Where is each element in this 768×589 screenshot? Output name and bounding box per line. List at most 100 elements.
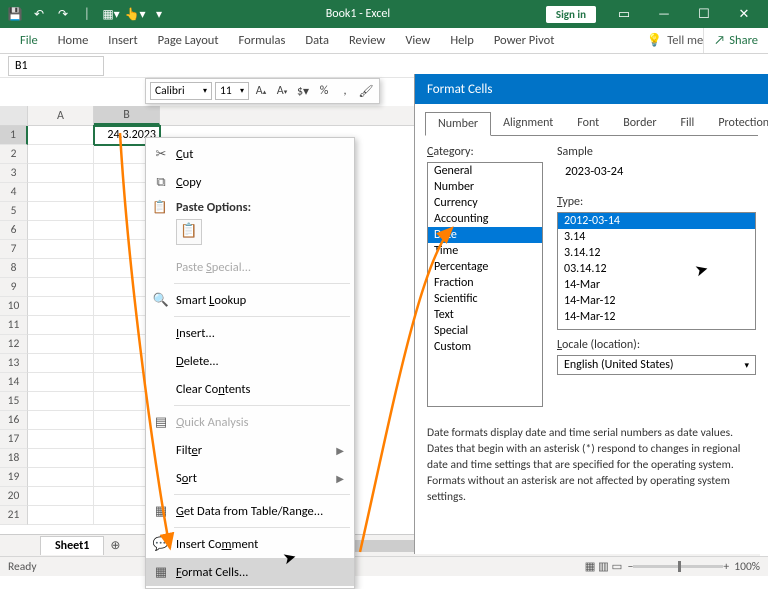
cell[interactable] [28,392,94,411]
comma-icon[interactable]: , [336,82,354,100]
row-header[interactable]: 9 [0,278,28,297]
tab-home[interactable]: Home [48,28,99,54]
row-header[interactable]: 11 [0,316,28,335]
ctx-clear-contents[interactable]: Clear Contents [146,375,354,403]
ribbon-display-icon[interactable]: ▭ [604,0,644,28]
tab-insert[interactable]: Insert [98,28,147,54]
cell[interactable] [28,278,94,297]
cell[interactable] [28,297,94,316]
view-page-icon[interactable]: ▥ [598,559,609,574]
type-item[interactable]: 3.14 [558,229,755,245]
cell[interactable] [28,316,94,335]
ctx-cut[interactable]: ✂Cut [146,140,354,168]
type-item[interactable]: 14-Mar-12 [558,293,755,309]
row-header[interactable]: 15 [0,392,28,411]
row-header[interactable]: 13 [0,354,28,373]
zoom-value[interactable]: 100% [734,560,760,574]
qat-icon[interactable]: ▦▾ [100,3,122,25]
font-name-select[interactable]: Calibri▾ [150,82,212,100]
select-all-corner[interactable] [0,106,28,125]
tab-power-pivot[interactable]: Power Pivot [484,28,565,54]
new-sheet-icon[interactable]: ⊕ [104,536,126,555]
category-item[interactable]: Custom [428,339,542,355]
cell[interactable] [28,183,94,202]
touch-icon[interactable]: 👆▾ [124,3,146,25]
sign-in-button[interactable]: Sign in [546,6,596,23]
sheet-tab-1[interactable]: Sheet1 [40,536,104,555]
cell[interactable] [28,373,94,392]
zoom-slider[interactable] [633,565,723,568]
ctx-delete[interactable]: Delete... [146,347,354,375]
row-header[interactable]: 20 [0,487,28,506]
row-header[interactable]: 5 [0,202,28,221]
cell[interactable] [28,506,94,525]
ctx-insert[interactable]: Insert... [146,319,354,347]
row-header[interactable]: 12 [0,335,28,354]
row-header[interactable]: 1 [0,126,28,145]
type-item[interactable]: 03.14.12 [558,261,755,277]
view-break-icon[interactable]: ▭ [612,559,623,574]
category-item[interactable]: Currency [428,195,542,211]
percent-icon[interactable]: % [315,82,333,100]
ctx-filter[interactable]: Filter▶ [146,436,354,464]
redo-icon[interactable]: ↷ [52,3,74,25]
name-box[interactable]: B1 [8,56,104,76]
tab-file[interactable]: File [10,28,48,54]
maximize-icon[interactable]: ☐ [684,0,724,28]
decrease-font-icon[interactable]: A▾ [273,82,291,100]
category-item[interactable]: Text [428,307,542,323]
category-list[interactable]: GeneralNumberCurrencyAccountingDateTimeP… [427,162,543,407]
category-item[interactable]: Time [428,243,542,259]
tab-data[interactable]: Data [295,28,339,54]
cell[interactable] [28,240,94,259]
type-item[interactable]: 14-Mar-12 [558,309,755,325]
type-item[interactable]: 3.14.12 [558,245,755,261]
row-header[interactable]: 6 [0,221,28,240]
dlg-tab-border[interactable]: Border [611,112,668,136]
row-header[interactable]: 3 [0,164,28,183]
row-header[interactable]: 19 [0,468,28,487]
category-item[interactable]: Date [428,227,542,243]
row-header[interactable]: 2 [0,145,28,164]
cell[interactable] [28,202,94,221]
col-header-b[interactable]: B [94,106,160,125]
row-header[interactable]: 18 [0,449,28,468]
qat-customize-icon[interactable]: ▾ [148,3,170,25]
cell[interactable] [28,354,94,373]
increase-font-icon[interactable]: A▴ [252,82,270,100]
undo-icon[interactable]: ↶ [28,3,50,25]
tab-page-layout[interactable]: Page Layout [148,28,229,54]
ctx-copy[interactable]: ⧉Copy [146,168,354,196]
row-header[interactable]: 17 [0,430,28,449]
tab-view[interactable]: View [395,28,440,54]
cell[interactable] [28,335,94,354]
locale-select[interactable]: English (United States)▾ [557,355,756,375]
type-item[interactable]: 2012-03-14 [558,213,755,229]
dlg-tab-font[interactable]: Font [565,112,611,136]
ctx-format-cells[interactable]: ▦Format Cells... [146,558,354,586]
category-item[interactable]: Scientific [428,291,542,307]
close-icon[interactable]: ✕ [724,0,764,28]
tab-formulas[interactable]: Formulas [229,28,296,54]
paste-option-1-icon[interactable] [176,219,202,245]
ctx-sort[interactable]: Sort▶ [146,464,354,492]
row-header[interactable]: 21 [0,506,28,525]
category-item[interactable]: Special [428,323,542,339]
view-normal-icon[interactable]: ▦ [585,559,596,574]
ctx-get-data[interactable]: ▦Get Data from Table/Range... [146,497,354,525]
type-list[interactable]: 2012-03-143.143.14.1203.14.1214-Mar14-Ma… [557,212,756,330]
type-item[interactable]: 14-Mar [558,277,755,293]
cell[interactable] [28,221,94,240]
dlg-tab-alignment[interactable]: Alignment [491,112,565,136]
ctx-smart-lookup[interactable]: 🔍Smart Lookup [146,286,354,314]
category-item[interactable]: General [428,163,542,179]
accounting-format-icon[interactable]: $▾ [294,82,312,100]
category-item[interactable]: Fraction [428,275,542,291]
category-item[interactable]: Number [428,179,542,195]
row-header[interactable]: 4 [0,183,28,202]
share-button[interactable]: ↗Share [703,28,768,53]
cell[interactable] [28,449,94,468]
tab-help[interactable]: Help [440,28,483,54]
format-painter-icon[interactable]: 🖌 [357,82,375,100]
cell[interactable] [28,164,94,183]
